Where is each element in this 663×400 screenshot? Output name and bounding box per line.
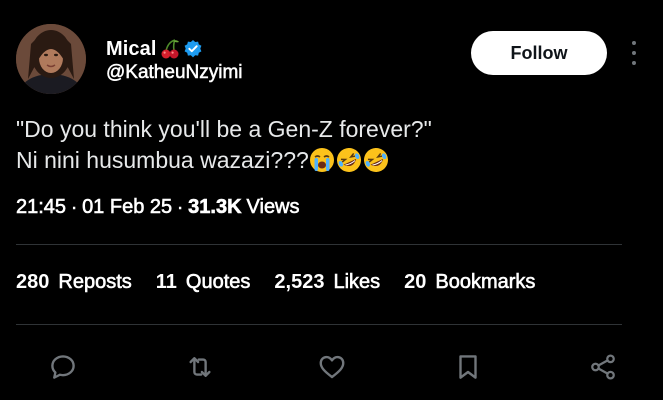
- tweet-time[interactable]: 21:45: [16, 196, 67, 219]
- tweet-line-1: "Do you think you'll be a Gen-Z forever?…: [16, 116, 432, 142]
- likes-count: 2,523: [274, 271, 325, 293]
- rolling-on-floor-laughing-icon: [363, 148, 388, 172]
- bookmarks-label: Bookmarks: [435, 271, 536, 294]
- views-label: Views: [246, 196, 300, 219]
- bookmarks-count: 20: [404, 271, 427, 293]
- tweet-line-2-text: Ni nini husumbua wazazi???: [16, 147, 309, 173]
- tweet-text: "Do you think you'll be a Gen-Z forever?…: [16, 114, 636, 176]
- like-icon[interactable]: [316, 351, 348, 383]
- divider: [16, 324, 622, 325]
- bookmark-icon[interactable]: [452, 351, 484, 383]
- meta-separator: ·: [71, 197, 78, 218]
- share-icon[interactable]: [587, 351, 619, 383]
- views-count: 31.3K: [188, 196, 242, 219]
- meta-separator: ·: [177, 197, 184, 218]
- quotes-label: Quotes: [185, 271, 251, 294]
- repost-icon[interactable]: [184, 351, 216, 383]
- author-name-row[interactable]: Mical: [106, 36, 203, 62]
- loudly-crying-face-icon: [309, 148, 334, 172]
- reply-icon[interactable]: [47, 351, 79, 383]
- cherries-icon: [159, 38, 181, 60]
- reposts-label: Reposts: [58, 271, 132, 294]
- quotes-count: 11: [155, 271, 177, 293]
- reposts-stat[interactable]: 280 Reposts: [16, 271, 132, 294]
- bookmarks-stat[interactable]: 20 Bookmarks: [404, 271, 536, 294]
- author-handle[interactable]: @KatheuNzyimi: [106, 62, 243, 84]
- reposts-count: 280: [16, 271, 50, 293]
- rolling-on-floor-laughing-icon: [336, 148, 361, 172]
- action-bar: [0, 345, 663, 389]
- follow-button[interactable]: Follow: [471, 31, 607, 75]
- divider: [16, 244, 622, 245]
- tweet-line-2: Ni nini husumbua wazazi???: [16, 145, 636, 176]
- likes-label: Likes: [333, 271, 381, 294]
- likes-stat[interactable]: 2,523 Likes: [274, 271, 380, 294]
- author-display-name[interactable]: Mical: [106, 38, 157, 61]
- verified-badge-icon: [183, 39, 203, 59]
- more-vertical-icon[interactable]: [626, 38, 642, 68]
- tweet-meta: 21:45 · 01 Feb 25 · 31.3K Views: [16, 196, 300, 219]
- quotes-stat[interactable]: 11 Quotes: [156, 271, 251, 294]
- engagement-stats: 280 Reposts 11 Quotes 2,523 Likes 20 Boo…: [16, 271, 559, 294]
- avatar[interactable]: [16, 24, 86, 94]
- tweet-date[interactable]: 01 Feb 25: [82, 196, 173, 219]
